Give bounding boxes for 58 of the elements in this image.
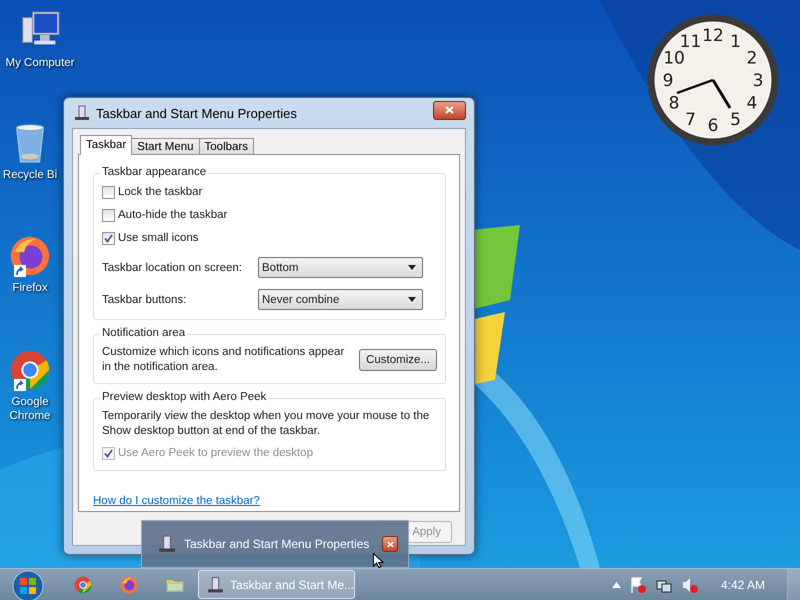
checkbox[interactable] [102,186,115,199]
clock-numeral: 7 [685,110,696,130]
tab[interactable]: Start Menu [131,138,200,155]
clock-numeral: 3 [752,71,764,91]
show-hidden-icons-icon[interactable] [612,582,621,588]
computer-tower-icon [207,576,224,594]
checkbox-label: Lock the taskbar [118,185,202,200]
mouse-cursor-icon [373,553,385,568]
close-icon [386,540,394,548]
checkbox[interactable] [102,232,115,245]
flag-icon[interactable] [628,576,647,594]
tab[interactable]: Taskbar [80,135,132,155]
clock-numeral: 5 [730,110,741,130]
clock-numeral: 8 [668,94,680,114]
shortcut-arrow-icon [14,265,26,277]
close-button[interactable] [433,100,466,120]
clock-numeral: 6 [708,116,718,136]
checkbox[interactable] [102,209,115,222]
customize-button[interactable]: Customize... [359,349,437,371]
speaker-icon[interactable] [680,576,699,594]
computer-tower-icon [158,535,176,553]
firefox-icon[interactable] [119,574,139,594]
caret-icon [408,297,416,302]
dropdown[interactable]: Bottom [258,257,423,278]
help-link[interactable]: How do I customize the taskbar? [93,495,446,507]
clock-numeral: 12 [702,26,724,46]
window-title: Taskbar and Start Menu Properties [96,106,298,120]
thumbnail-title: Taskbar and Start Menu Properties [184,537,370,551]
clock-numeral: 2 [746,48,758,68]
desktop-icon-label[interactable]: My Computer [5,56,75,70]
desktop-icon-label[interactable]: Google Chrome [0,395,60,423]
desktop-icon-label[interactable]: Firefox [12,281,48,295]
group-title: Preview desktop with Aero Peek [100,391,268,403]
dropdown[interactable]: Never combine [258,289,423,310]
description-text: Temporarily view the desktop when you move your mouse to the Show desktop button at end of the taskbar. [102,409,430,439]
tab[interactable]: Toolbars [198,138,254,155]
close-icon [445,106,454,114]
caret-icon [408,265,416,270]
clock-time[interactable]: 4:42 AM [720,578,765,592]
shortcut-arrow-icon [14,379,26,391]
clock-numeral: 4 [746,94,758,114]
checkbox-label: Auto-hide the taskbar [118,208,228,223]
checkbox-label: Use Aero Peek to preview the desktop [118,446,313,461]
description-text: Customize which icons and notifications appear in the notification area. [102,345,346,375]
close-button[interactable] [382,536,398,552]
hour-hand [712,79,732,109]
dropdown-label: Taskbar buttons: [102,294,188,306]
group-title: Notification area [100,327,188,339]
clock-numeral: 1 [730,32,741,52]
group-title: Taskbar appearance [100,166,208,178]
clock-numeral: 9 [662,71,674,91]
desktop-icon-label[interactable]: Recycle Bi [2,168,58,182]
minute-hand [676,78,714,94]
dropdown-label: Taskbar location on screen: [102,262,243,274]
taskbar-thumbnail[interactable]: Taskbar and Start Menu Properties [141,520,409,568]
computer-tower-icon [74,105,90,121]
checkbox-label: Use small icons [118,231,199,246]
chrome-icon[interactable] [73,574,93,594]
